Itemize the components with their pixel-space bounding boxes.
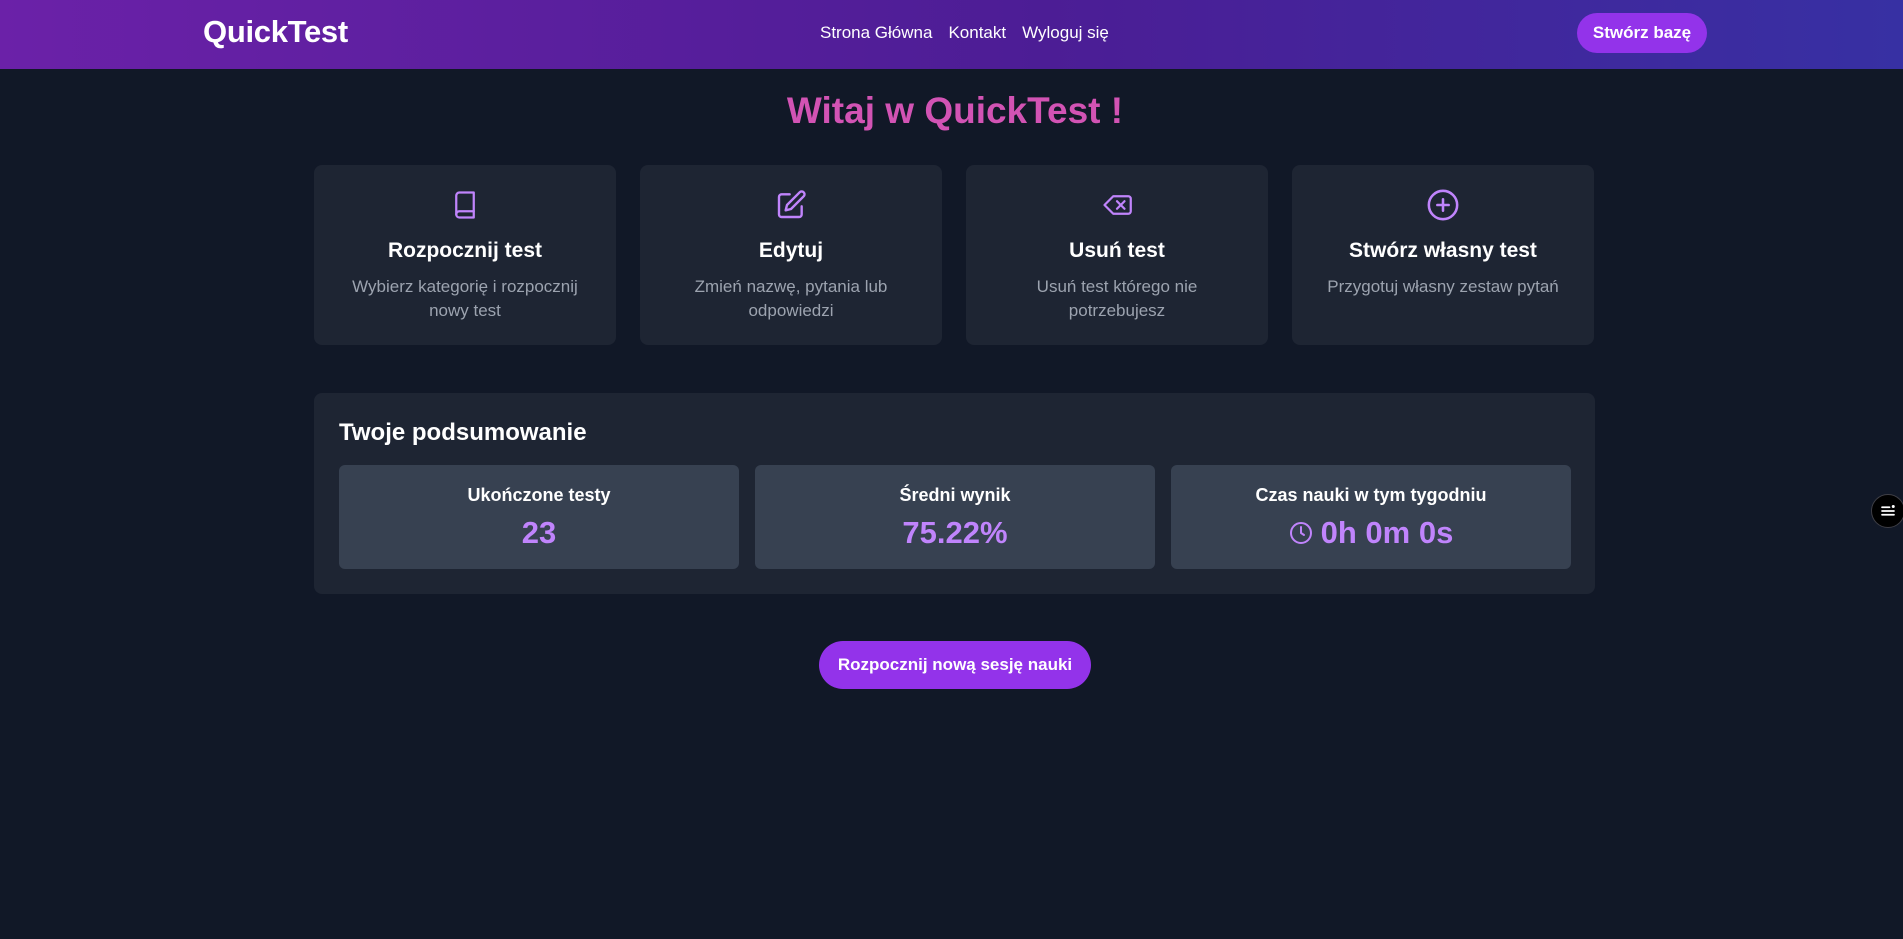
card-title: Stwórz własny test — [1349, 239, 1537, 262]
stat-average-score: Średni wynik 75.22% — [755, 465, 1155, 569]
stat-completed-tests: Ukończone testy 23 — [339, 465, 739, 569]
clock-icon — [1289, 521, 1313, 545]
brand-logo[interactable]: QuickTest — [203, 14, 348, 50]
card-title: Edytuj — [758, 239, 824, 262]
summary-title: Twoje podsumowanie — [339, 419, 587, 446]
card-edit[interactable]: Edytuj Zmień nazwę, pytania lub odpowied… — [640, 165, 942, 345]
page-title: Witaj w QuickTest ! — [786, 90, 1124, 131]
card-description: Usuń test którego nie potrzebujesz — [1036, 277, 1198, 320]
card-description: Zmień nazwę, pytania lub odpowiedzi — [694, 277, 888, 320]
card-title: Rozpocznij test — [387, 239, 542, 262]
stat-label: Ukończone testy — [467, 485, 611, 505]
stat-study-time: Czas nauki w tym tygodniu 0h 0m 0s — [1171, 465, 1571, 569]
settings-toggle-icon[interactable] — [1871, 494, 1903, 528]
stat-value: 75.22% — [902, 515, 1008, 550]
card-description: Wybierz kategorię i rozpocznij nowy test — [352, 277, 578, 320]
stat-value: 0h 0m 0s — [1320, 515, 1454, 550]
create-database-button[interactable]: Stwórz bazę — [1577, 13, 1707, 53]
summary-panel: Twoje podsumowanie Ukończone testy 23 Śr… — [314, 393, 1595, 594]
start-session-button[interactable]: Rozpocznij nową sesję nauki — [819, 641, 1091, 689]
delete-icon — [966, 187, 1268, 223]
nav-link-home[interactable]: Strona Główna — [820, 23, 932, 43]
stat-value: 23 — [521, 515, 557, 550]
card-delete-test[interactable]: Usuń test Usuń test którego nie potrzebu… — [966, 165, 1268, 345]
nav-links: Strona Główna Kontakt Wyloguj się — [820, 23, 1109, 43]
stat-label: Czas nauki w tym tygodniu — [1255, 485, 1487, 505]
card-title: Usuń test — [1069, 239, 1165, 262]
plus-circle-icon — [1292, 187, 1594, 223]
nav-link-logout[interactable]: Wyloguj się — [1022, 23, 1109, 43]
card-start-test[interactable]: Rozpocznij test Wybierz kategorię i rozp… — [314, 165, 616, 345]
nav-link-contact[interactable]: Kontakt — [948, 23, 1006, 43]
stat-label: Średni wynik — [899, 485, 1011, 505]
navbar: QuickTest Strona Główna Kontakt Wyloguj … — [0, 0, 1903, 69]
card-create-test[interactable]: Stwórz własny test Przygotuj własny zest… — [1292, 165, 1594, 345]
edit-icon — [640, 187, 942, 223]
card-description: Przygotuj własny zestaw pytań — [1327, 277, 1559, 296]
book-icon — [314, 187, 616, 223]
